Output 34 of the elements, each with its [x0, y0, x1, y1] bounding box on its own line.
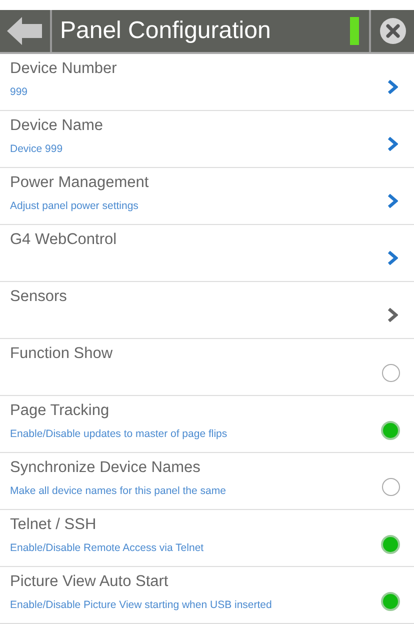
settings-row[interactable]: Function Show: [0, 339, 414, 396]
settings-row[interactable]: Synchronize Device Names Make all device names for this panel the same: [0, 453, 414, 510]
setting-description: 999: [10, 86, 29, 98]
setting-description: Enable/Disable Remote Access via Telnet: [10, 542, 205, 554]
settings-row[interactable]: G4 WebControl: [0, 225, 414, 282]
setting-label: Picture View Auto Start: [10, 573, 170, 591]
setting-label: Telnet / SSH: [10, 516, 98, 534]
setting-label: Power Management: [10, 174, 150, 192]
toggle-radio[interactable]: [382, 364, 400, 382]
setting-description: Enable/Disable Picture View starting when USB inserted: [10, 599, 273, 611]
toggle-radio[interactable]: [381, 534, 400, 554]
setting-label: Device Number: [10, 60, 118, 78]
settings-row[interactable]: Device Number 999: [0, 54, 414, 111]
setting-description: Enable/Disable updates to master of page flips: [10, 428, 228, 440]
setting-label: Page Tracking: [10, 402, 110, 420]
setting-label: Function Show: [10, 345, 114, 363]
settings-row[interactable]: Device Name Device 999: [0, 111, 414, 168]
setting-label: G4 WebControl: [10, 231, 118, 249]
setting-description: Device 999: [10, 143, 64, 155]
settings-row[interactable]: Picture View Auto Start Enable/Disable Picture View starting when USB inserted: [0, 567, 414, 624]
setting-label: Device Name: [10, 117, 104, 135]
setting-description: Adjust panel power settings: [10, 200, 140, 212]
toggle-radio[interactable]: [381, 592, 400, 610]
setting-label: Synchronize Device Names: [10, 459, 202, 477]
setting-description: Make all device names for this panel the same: [10, 485, 227, 497]
close-icon: [378, 17, 406, 45]
settings-row[interactable]: Power Management Adjust panel power settings: [0, 168, 414, 225]
window-title: Panel Configuration: [59, 16, 272, 46]
toggle-radio[interactable]: [381, 420, 400, 440]
left-arrow-icon: [7, 16, 43, 46]
setting-label: Sensors: [10, 288, 68, 306]
toggle-radio[interactable]: [382, 478, 400, 496]
settings-row[interactable]: Telnet / SSH Enable/Disable Remote Access via Telnet: [0, 510, 414, 567]
settings-row[interactable]: Page Tracking Enable/Disable updates to master of page flips: [0, 396, 414, 453]
